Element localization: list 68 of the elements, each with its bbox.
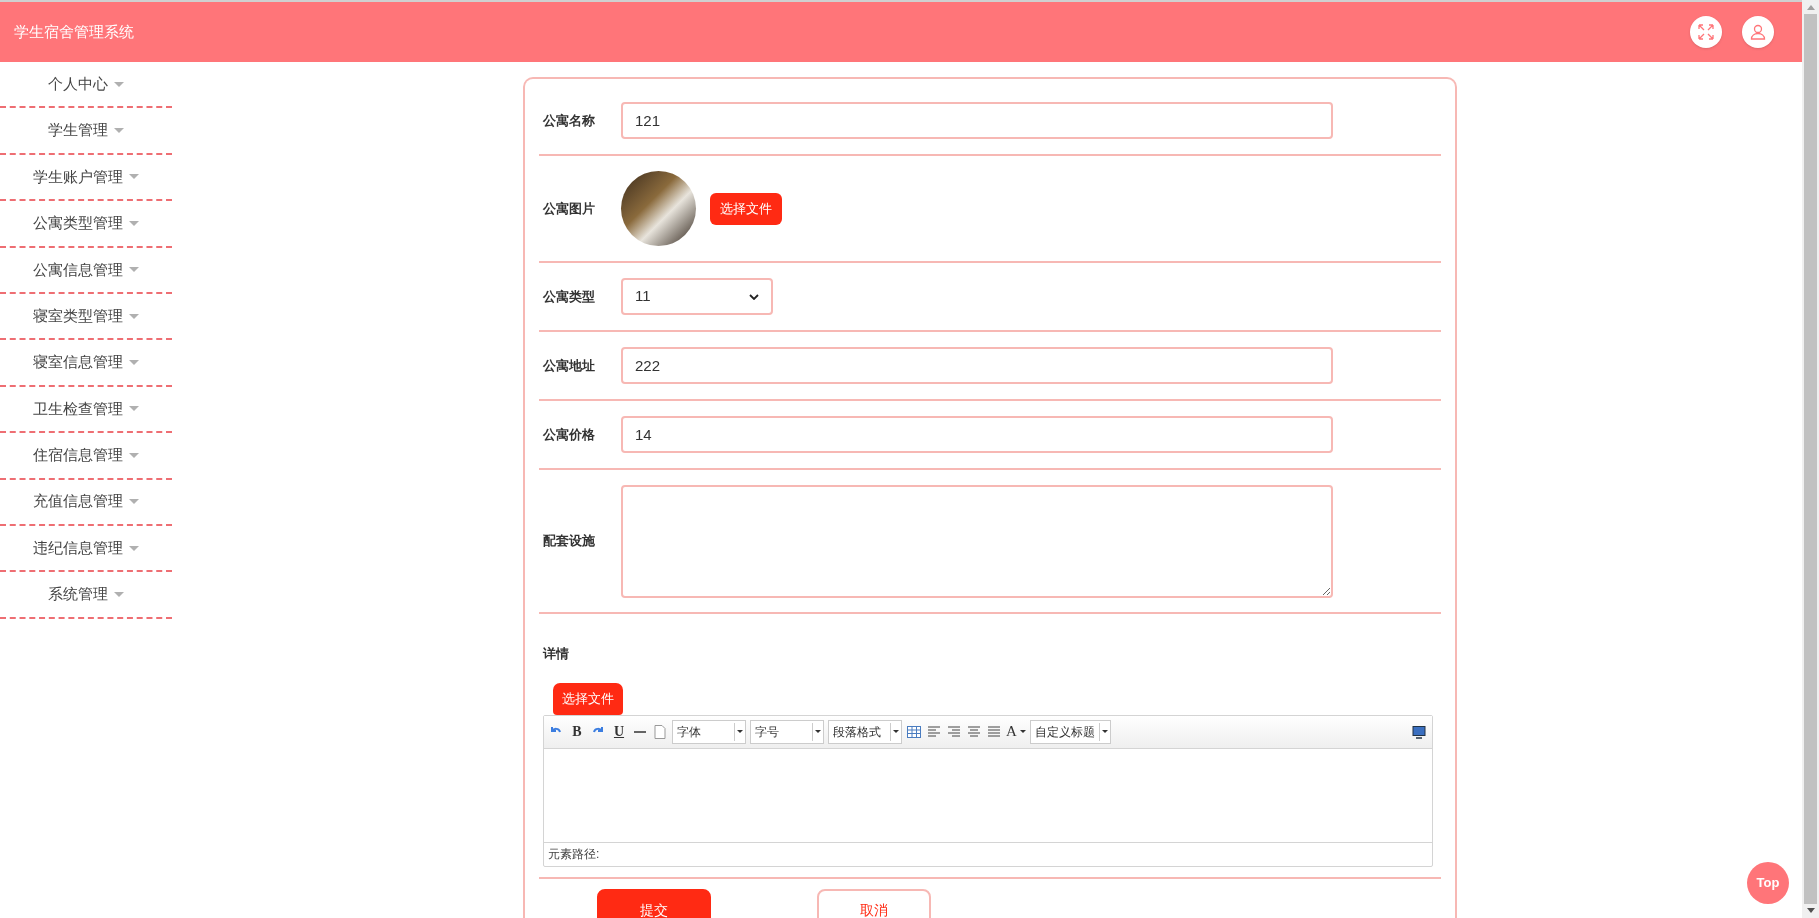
sidebar-item[interactable]: 寝室信息管理 bbox=[33, 351, 123, 374]
align-left-icon[interactable] bbox=[926, 723, 942, 740]
caret-icon bbox=[893, 730, 899, 733]
justify-icon[interactable] bbox=[986, 723, 1002, 740]
caret-icon bbox=[114, 81, 124, 87]
monitor-icon[interactable] bbox=[1412, 724, 1426, 739]
chevron-down-icon bbox=[749, 293, 759, 300]
page-icon[interactable] bbox=[652, 723, 668, 740]
sidebar-item[interactable]: 住宿信息管理 bbox=[33, 444, 123, 467]
text-area[interactable] bbox=[621, 484, 1333, 598]
field-label: 公寓价格 bbox=[543, 425, 596, 444]
caret-icon bbox=[129, 360, 139, 366]
field-label: 公寓图片 bbox=[543, 199, 596, 218]
sidebar-item[interactable]: 学生管理 bbox=[48, 119, 108, 142]
underline-button[interactable]: U bbox=[610, 721, 628, 742]
element-path: 元素路径: bbox=[544, 841, 1432, 866]
font-color-button[interactable]: A bbox=[1006, 720, 1026, 743]
field-label: 公寓类型 bbox=[543, 287, 596, 306]
choose-file-button[interactable]: 选择文件 bbox=[553, 682, 623, 715]
cancel-button[interactable]: 取消 bbox=[817, 888, 931, 918]
choose-file-button[interactable]: 选择文件 bbox=[710, 192, 782, 225]
select-field[interactable]: 11 bbox=[621, 278, 773, 315]
text-field[interactable]: 14 bbox=[621, 416, 1333, 453]
scroll-up-icon bbox=[1806, 5, 1815, 10]
align-center-icon[interactable] bbox=[966, 723, 982, 740]
app-title: 学生宿舍管理系统 bbox=[14, 21, 134, 42]
sidebar-item[interactable]: 公寓信息管理 bbox=[33, 258, 123, 281]
align-right-icon[interactable] bbox=[946, 723, 962, 740]
caret-icon bbox=[1101, 730, 1108, 733]
caret-icon bbox=[129, 313, 139, 319]
sidebar-item[interactable]: 系统管理 bbox=[48, 583, 108, 606]
caret-icon bbox=[129, 545, 139, 551]
caret-icon bbox=[815, 730, 821, 733]
text-field[interactable]: 222 bbox=[621, 347, 1333, 384]
caret-icon bbox=[129, 499, 139, 505]
caret-icon bbox=[114, 592, 124, 597]
sidebar-item[interactable]: 学生账户管理 bbox=[33, 165, 123, 189]
section-label: 详情 bbox=[543, 645, 570, 663]
field-label: 配套设施 bbox=[543, 532, 596, 551]
toolbar-dropdown[interactable]: 字号 bbox=[750, 719, 824, 744]
caret-icon bbox=[129, 406, 139, 412]
text-field[interactable]: 121 bbox=[621, 102, 1333, 139]
fullscreen-button[interactable] bbox=[1690, 16, 1722, 48]
sidebar-item[interactable]: 公寓类型管理 bbox=[33, 212, 123, 235]
sidebar-item[interactable]: 卫生检查管理 bbox=[33, 397, 123, 421]
caret-icon bbox=[1019, 730, 1026, 733]
scroll-down-icon bbox=[1806, 908, 1815, 913]
caret-icon bbox=[129, 174, 139, 180]
toolbar-dropdown[interactable]: 自定义标题 bbox=[1029, 719, 1111, 744]
user-icon bbox=[1750, 24, 1766, 40]
submit-button[interactable]: 提交 bbox=[597, 888, 711, 918]
caret-icon bbox=[129, 452, 139, 458]
sidebar-item[interactable]: 充值信息管理 bbox=[33, 490, 123, 513]
toolbar-dropdown[interactable]: 字体 bbox=[672, 719, 746, 744]
toolbar-dropdown[interactable]: 段落格式 bbox=[828, 719, 902, 744]
caret-icon bbox=[737, 730, 743, 733]
sidebar-item[interactable]: 违纪信息管理 bbox=[33, 536, 123, 560]
user-button[interactable] bbox=[1742, 16, 1774, 48]
sidebar-item[interactable]: 个人中心 bbox=[48, 72, 108, 96]
field-label: 公寓名称 bbox=[543, 111, 596, 130]
sidebar-item[interactable]: 寝室类型管理 bbox=[33, 304, 123, 328]
field-label: 公寓地址 bbox=[543, 356, 596, 375]
table-icon[interactable] bbox=[906, 723, 922, 740]
bold-button[interactable]: B bbox=[568, 721, 586, 742]
expand-icon bbox=[1698, 24, 1714, 40]
caret-icon bbox=[129, 220, 139, 226]
caret-icon bbox=[114, 128, 124, 134]
caret-icon bbox=[129, 267, 139, 273]
